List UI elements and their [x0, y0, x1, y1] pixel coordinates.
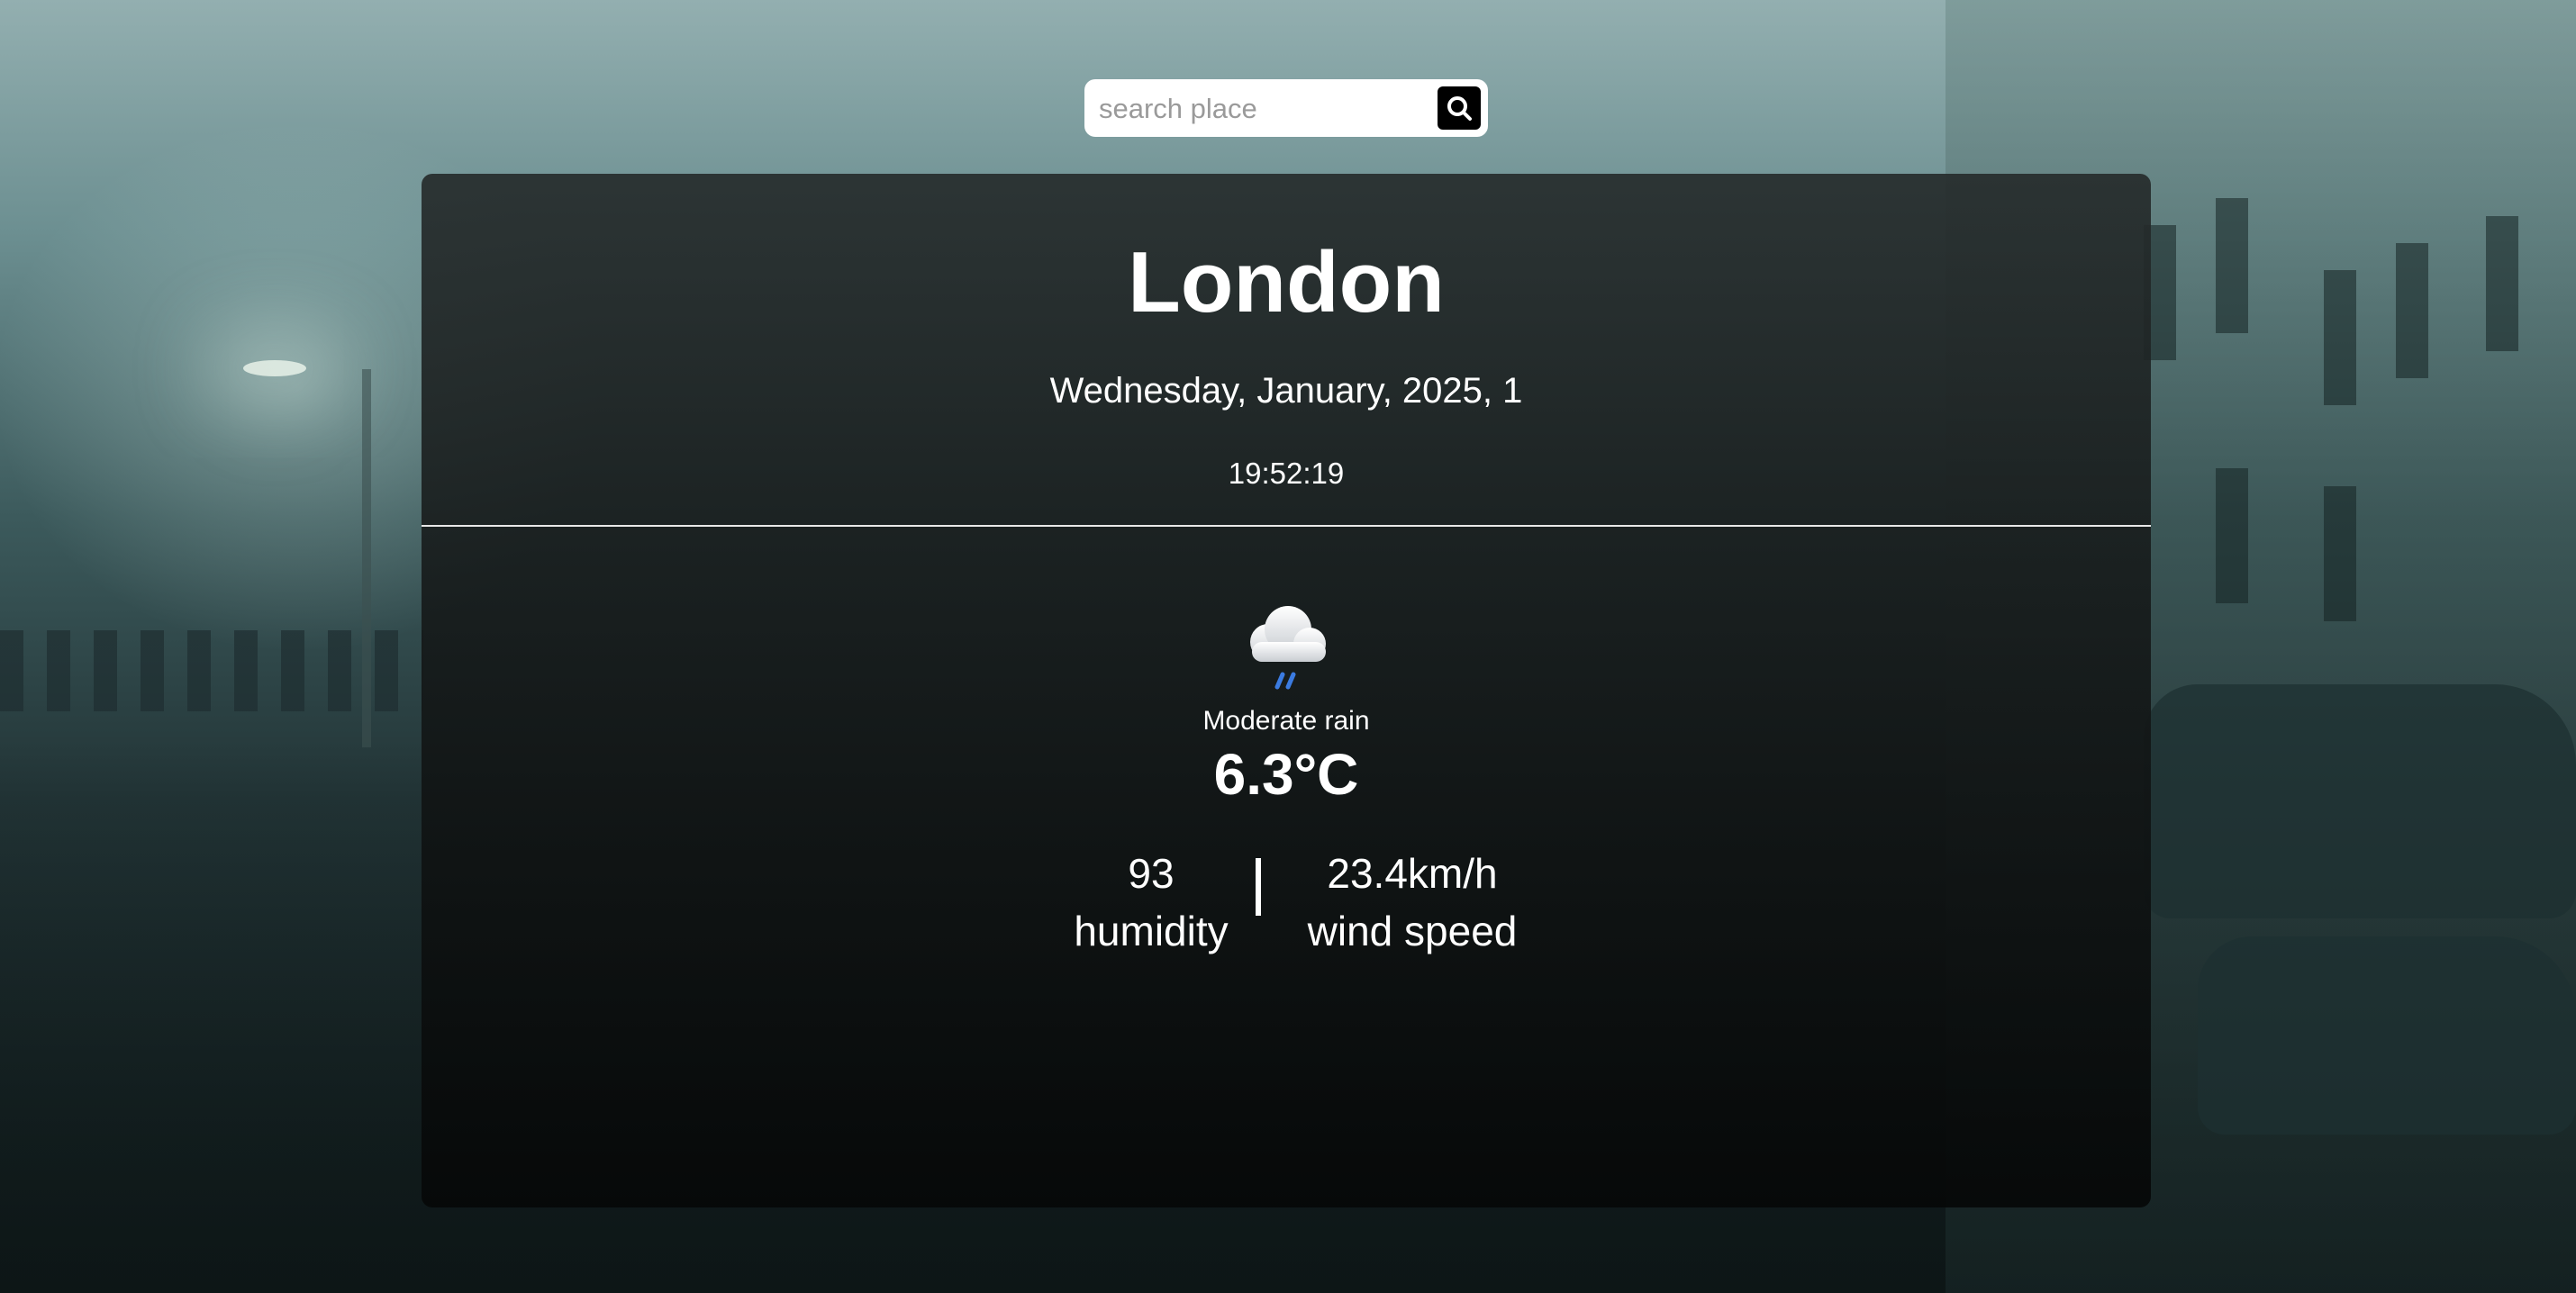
building-window — [2216, 468, 2248, 603]
cloud-rain-icon — [1250, 606, 1326, 690]
card-divider — [422, 525, 2151, 527]
building-window — [2486, 216, 2518, 351]
humidity-label: humidity — [1074, 908, 1229, 954]
city-name: London — [1128, 234, 1445, 330]
search-input[interactable] — [1097, 86, 1425, 131]
stats-divider — [1256, 858, 1261, 916]
search-button[interactable] — [1438, 86, 1481, 130]
humidity-stat: 93 humidity — [1061, 845, 1241, 960]
search-bar — [1084, 79, 1488, 137]
building-window — [2216, 198, 2248, 333]
background-fence — [0, 630, 423, 711]
wind-stat: 23.4km/h wind speed — [1277, 845, 1547, 960]
current-time: 19:52:19 — [1228, 457, 1345, 490]
background-car — [2144, 684, 2576, 918]
humidity-value: 93 — [1128, 850, 1175, 897]
temperature: 6.3°C — [1213, 742, 1359, 807]
building-window — [2396, 243, 2428, 378]
wind-label: wind speed — [1307, 908, 1518, 954]
current-date: Wednesday, January, 2025, 1 — [1049, 371, 1523, 411]
wind-value: 23.4km/h — [1327, 850, 1498, 897]
background-street-lamp — [243, 360, 306, 376]
weather-condition: Moderate rain — [1202, 706, 1370, 736]
search-icon — [1447, 96, 1472, 121]
background-car — [2198, 936, 2576, 1135]
weather-app-page: London Wednesday, January, 2025, 1 19:52… — [0, 0, 2576, 1293]
weather-card: London Wednesday, January, 2025, 1 19:52… — [422, 174, 2151, 1207]
building-window — [2324, 486, 2356, 621]
building-window — [2324, 270, 2356, 405]
